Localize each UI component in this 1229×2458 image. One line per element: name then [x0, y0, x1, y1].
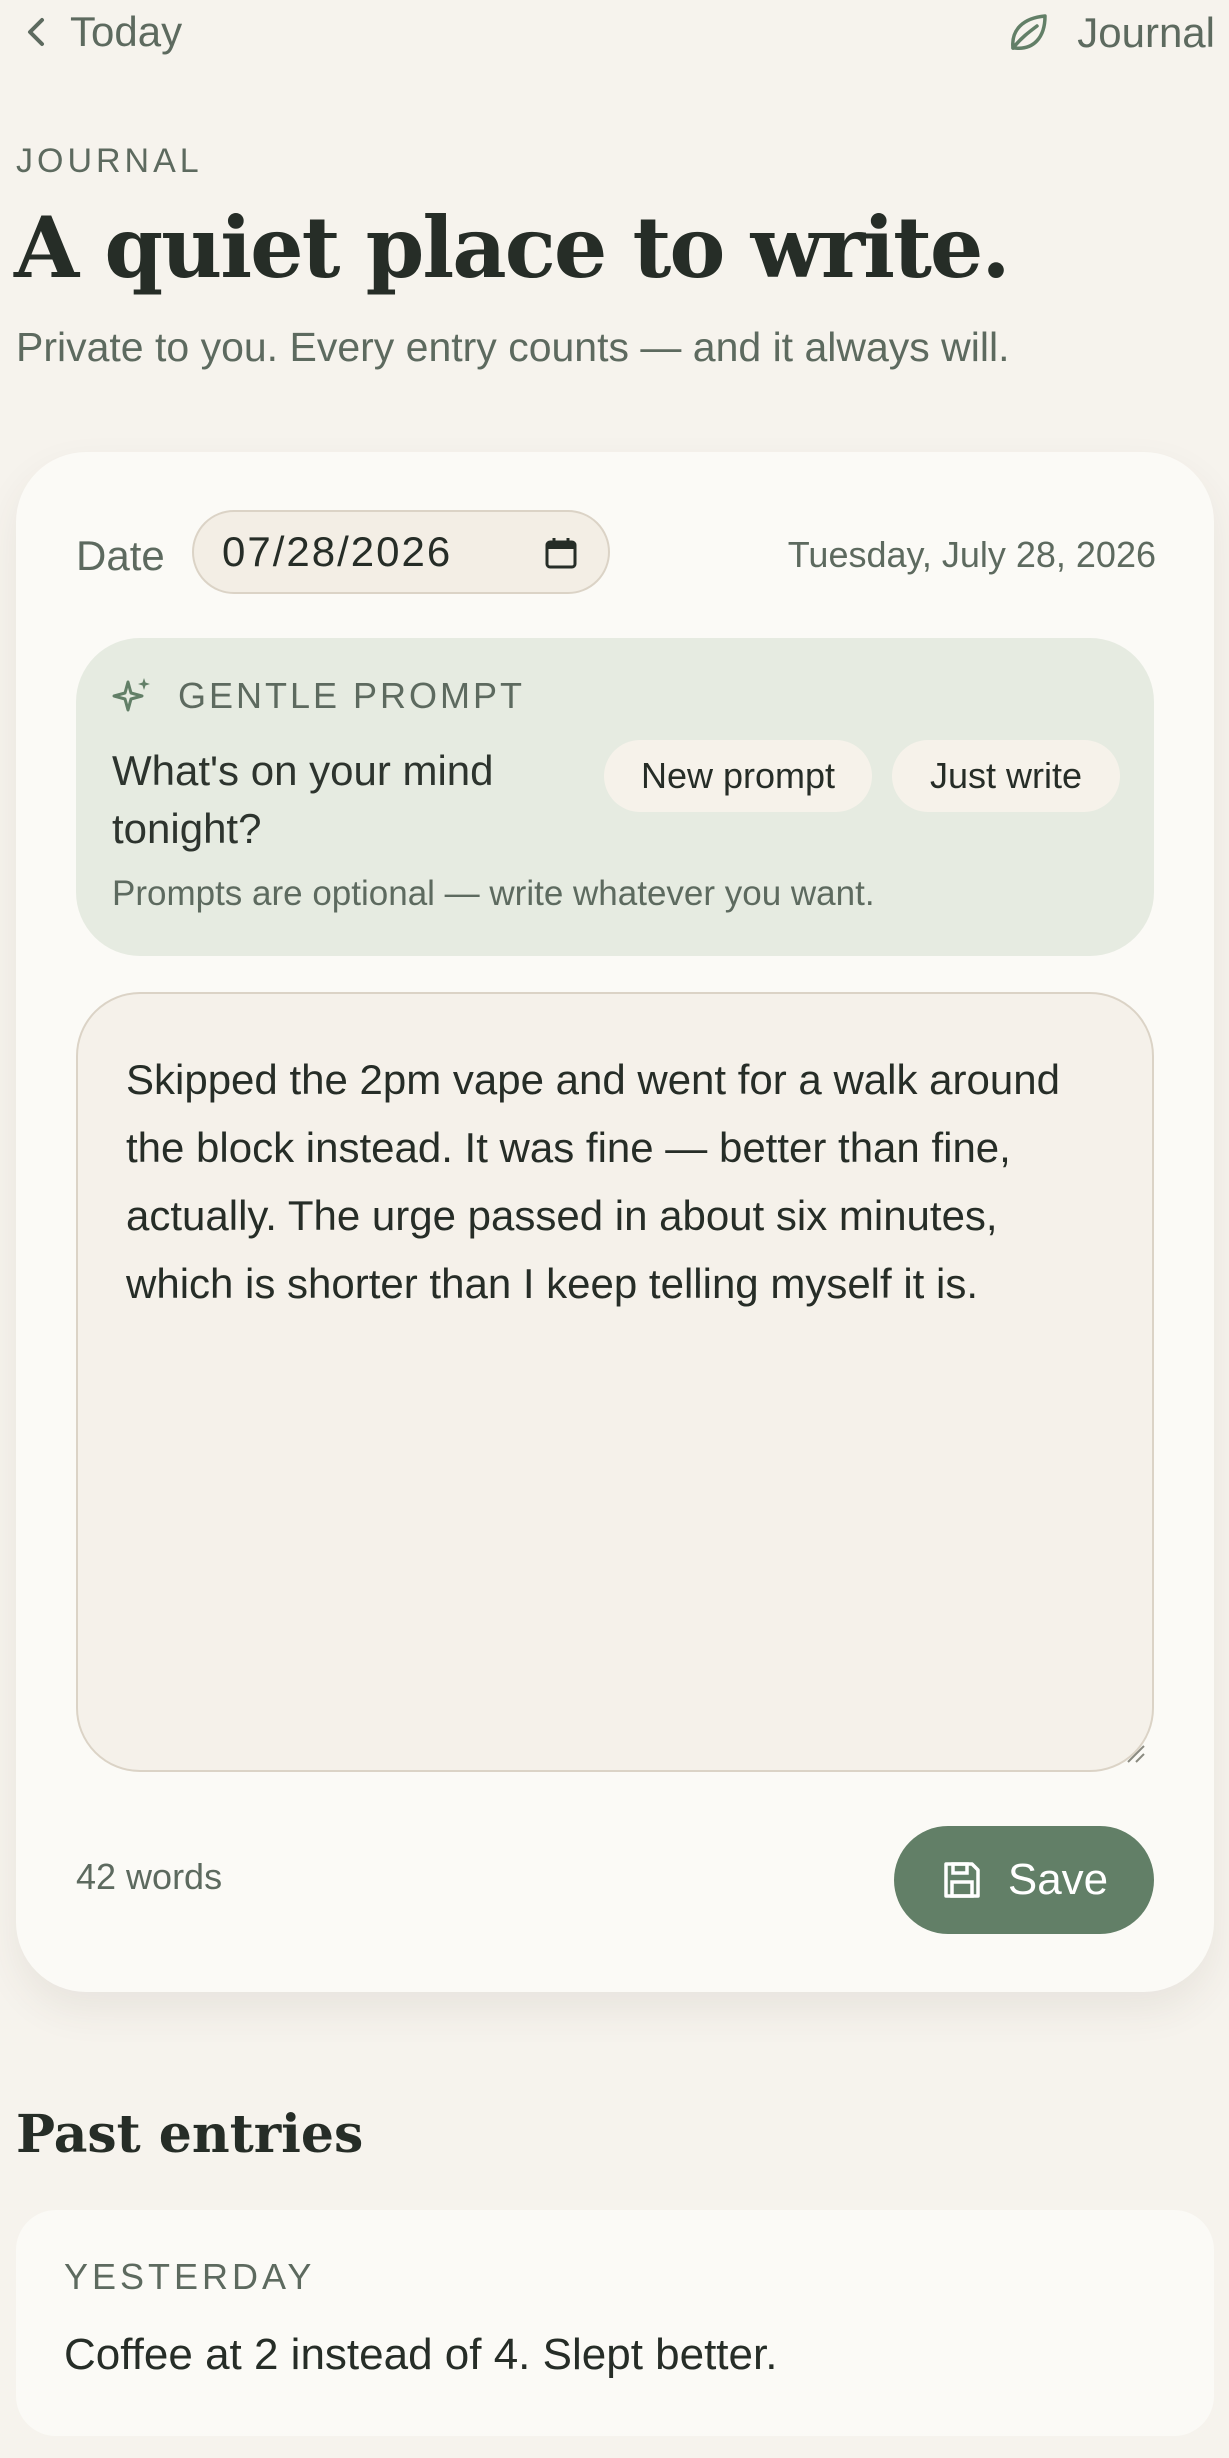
calendar-icon[interactable]	[544, 536, 578, 570]
section-label: Journal	[1077, 9, 1215, 56]
prompt-question: What's on your mind tonight?	[112, 747, 494, 852]
past-entry-label: YESTERDAY	[64, 2256, 316, 2297]
save-label: Save	[1007, 1855, 1109, 1904]
word-count: 42 words	[76, 1856, 223, 1897]
page-eyebrow: JOURNAL	[16, 142, 203, 180]
page-title: A quiet place to write.	[14, 198, 1011, 297]
sparkle-icon	[112, 678, 150, 712]
resize-handle-icon[interactable]	[1122, 1740, 1148, 1766]
date-full: Tuesday, July 28, 2026	[787, 534, 1156, 575]
past-entry-card[interactable]: YESTERDAY Coffee at 2 instead of 4. Slep…	[16, 2210, 1214, 2436]
past-entry-text: Coffee at 2 instead of 4. Slept better.	[64, 2330, 778, 2379]
back-link[interactable]: Today	[22, 8, 182, 56]
top-bar: Today Journal	[0, 0, 1229, 78]
entry-textarea[interactable]: Skipped the 2pm vape and went for a walk…	[76, 992, 1154, 1772]
past-entries-heading: Past entries	[16, 2104, 364, 2165]
floppy-disk-icon	[944, 1862, 980, 1898]
chevron-left-icon	[28, 18, 44, 46]
gentle-prompt-panel: GENTLE PROMPT What's on your mind tonigh…	[76, 638, 1154, 956]
new-prompt-button[interactable]: New prompt	[604, 740, 872, 812]
date-value: 07/28/2026	[222, 528, 453, 575]
leaf-icon	[1011, 14, 1047, 50]
date-input[interactable]: 07/28/2026	[192, 510, 610, 594]
prompt-note: Prompts are optional — write whatever yo…	[112, 874, 875, 913]
page-subtitle: Private to you. Every entry counts — and…	[16, 324, 1010, 370]
just-write-button[interactable]: Just write	[892, 740, 1120, 812]
composer-card: Date 07/28/2026 Tuesday, July 28, 2026 G…	[16, 452, 1214, 1992]
save-button[interactable]: Save	[894, 1826, 1154, 1934]
date-label: Date	[76, 532, 165, 579]
journal-brand: Journal	[1003, 8, 1215, 58]
prompt-header: GENTLE PROMPT	[110, 674, 525, 718]
prompt-heading: GENTLE PROMPT	[178, 675, 526, 716]
back-label: Today	[70, 8, 183, 55]
entry-text: Skipped the 2pm vape and went for a walk…	[126, 1056, 1060, 1307]
